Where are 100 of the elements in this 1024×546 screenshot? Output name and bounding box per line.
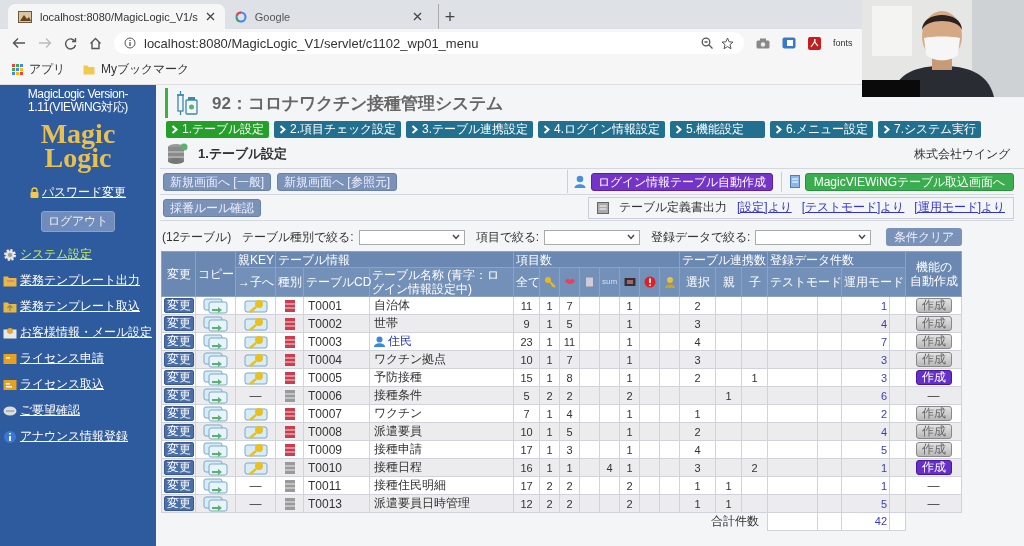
record-count-link[interactable]: 2: [880, 407, 888, 420]
star-icon[interactable]: [721, 36, 734, 50]
pdf-icon[interactable]: [808, 36, 821, 50]
sidebar-menu-item[interactable]: システム設定: [3, 246, 156, 263]
sidebar-menu-item[interactable]: お客様情報・メール設定: [3, 324, 156, 341]
forward-icon[interactable]: [38, 37, 52, 49]
copy-icon[interactable]: [202, 333, 229, 350]
zoom-icon[interactable]: [701, 37, 713, 49]
browser-tab[interactable]: localhost:8080/MagicLogic_V1/s: [8, 4, 225, 29]
copy-icon[interactable]: [202, 351, 229, 368]
login-table-create-button[interactable]: ログイン情報テーブル自動作成: [590, 172, 773, 191]
record-count-link[interactable]: 3: [880, 353, 888, 366]
sidebar-menu-item[interactable]: ライセンス取込: [3, 376, 156, 393]
folder-key-icon[interactable]: [243, 423, 268, 440]
password-link[interactable]: パスワード変更: [30, 184, 126, 201]
folder-key-icon[interactable]: [243, 405, 268, 422]
chevron-icon: [883, 125, 891, 134]
change-button[interactable]: 変更: [164, 460, 194, 475]
copy-icon[interactable]: [202, 459, 229, 476]
change-button[interactable]: 変更: [164, 406, 194, 421]
filter-select[interactable]: [358, 229, 465, 245]
folder-key-icon[interactable]: [243, 333, 268, 350]
filter-select[interactable]: [544, 229, 641, 245]
change-button[interactable]: 変更: [164, 388, 194, 403]
step-tab[interactable]: 6.メニュー設定: [770, 121, 874, 138]
change-button[interactable]: 変更: [164, 334, 194, 349]
folder-key-icon[interactable]: [243, 369, 268, 386]
change-button[interactable]: 変更: [164, 298, 194, 313]
browser-tab[interactable]: Google: [224, 4, 432, 29]
copy-icon[interactable]: [202, 405, 229, 422]
change-button[interactable]: 変更: [164, 496, 194, 511]
sidebar-menu-item[interactable]: ご要望確認: [3, 402, 156, 419]
change-button[interactable]: 変更: [164, 442, 194, 457]
step-tab[interactable]: 2.項目チェック設定: [274, 121, 402, 138]
export-link[interactable]: [テストモード]より: [801, 199, 905, 216]
sidebar-menu-item[interactable]: アナウンス情報登録: [3, 428, 156, 445]
create-button[interactable]: 作成: [915, 316, 952, 331]
copy-icon[interactable]: [202, 297, 229, 314]
folder-key-icon[interactable]: [243, 441, 268, 458]
camera-icon[interactable]: [756, 37, 770, 49]
home-icon[interactable]: [89, 36, 102, 50]
copy-icon[interactable]: [202, 369, 229, 386]
bookmark-link[interactable]: アプリ: [12, 60, 65, 78]
record-count-link[interactable]: 5: [880, 443, 888, 456]
record-count-link[interactable]: 1: [880, 461, 888, 474]
create-button[interactable]: 作成: [915, 406, 952, 421]
create-button[interactable]: 作成: [915, 460, 952, 475]
create-button[interactable]: 作成: [915, 352, 952, 367]
create-button[interactable]: 作成: [915, 424, 952, 439]
bookmark-folder[interactable]: Myブックマーク: [83, 60, 189, 78]
change-button[interactable]: 変更: [164, 370, 194, 385]
logout-button[interactable]: ログアウト: [41, 211, 115, 232]
new-tab-button[interactable]: +: [437, 4, 462, 29]
change-button[interactable]: 変更: [164, 478, 194, 493]
copy-icon[interactable]: [202, 495, 229, 512]
copy-icon[interactable]: [202, 315, 229, 332]
export-link[interactable]: [運用モード]より: [914, 199, 1005, 216]
filter-select[interactable]: [755, 229, 872, 245]
close-icon[interactable]: [412, 12, 422, 21]
create-button[interactable]: 作成: [915, 334, 952, 349]
create-button[interactable]: 作成: [915, 370, 952, 385]
change-button[interactable]: 変更: [164, 316, 194, 331]
create-button[interactable]: 作成: [915, 442, 952, 457]
record-count-link[interactable]: 7: [880, 335, 888, 348]
record-count-link[interactable]: 1: [880, 479, 888, 492]
copy-icon[interactable]: [202, 441, 229, 458]
change-button[interactable]: 変更: [164, 424, 194, 439]
table-code: T0003: [308, 334, 343, 349]
step-tab[interactable]: 7.システム実行: [878, 121, 982, 138]
record-count-link[interactable]: 4: [880, 317, 888, 330]
sidebar-menu-item[interactable]: 業務テンプレート取込: [3, 298, 156, 315]
sidebar-menu-item[interactable]: 業務テンプレート出力: [3, 272, 156, 289]
folder-key-icon[interactable]: [243, 315, 268, 332]
step-tab[interactable]: 4.ログイン情報設定: [538, 121, 666, 138]
record-count-link[interactable]: 5: [880, 497, 888, 510]
step-tab[interactable]: 3.テーブル連携設定: [406, 121, 534, 138]
copy-icon[interactable]: [202, 423, 229, 440]
create-button[interactable]: 作成: [915, 298, 952, 313]
reload-icon[interactable]: [64, 36, 77, 50]
change-button[interactable]: 変更: [164, 352, 194, 367]
extension-label[interactable]: fonts: [833, 38, 853, 48]
count-cell: 16: [520, 461, 533, 474]
address-field[interactable]: localhost:8080/MagicLogic_V1/servlet/c1102_wp01_menu: [114, 32, 744, 54]
folder-key-icon[interactable]: [243, 297, 268, 314]
table-name[interactable]: 住民: [388, 333, 412, 350]
folder-key-icon[interactable]: [243, 351, 268, 368]
export-link[interactable]: [設定]より: [737, 199, 792, 216]
sidebar-menu-item[interactable]: ライセンス申請: [3, 350, 156, 367]
record-count-link[interactable]: 4: [880, 425, 888, 438]
copy-icon[interactable]: [202, 477, 229, 494]
back-icon[interactable]: [12, 37, 26, 49]
extension-icon[interactable]: [782, 37, 796, 49]
record-count-link[interactable]: 3: [880, 371, 888, 384]
step-tab[interactable]: 1.テーブル設定: [166, 121, 269, 138]
step-tab[interactable]: 5.機能設定: [670, 121, 766, 138]
close-icon[interactable]: [205, 12, 215, 21]
record-count-link[interactable]: 1: [880, 299, 888, 312]
record-count-link[interactable]: 6: [880, 389, 888, 402]
folder-key-icon[interactable]: [243, 459, 268, 476]
copy-icon[interactable]: [202, 387, 229, 404]
